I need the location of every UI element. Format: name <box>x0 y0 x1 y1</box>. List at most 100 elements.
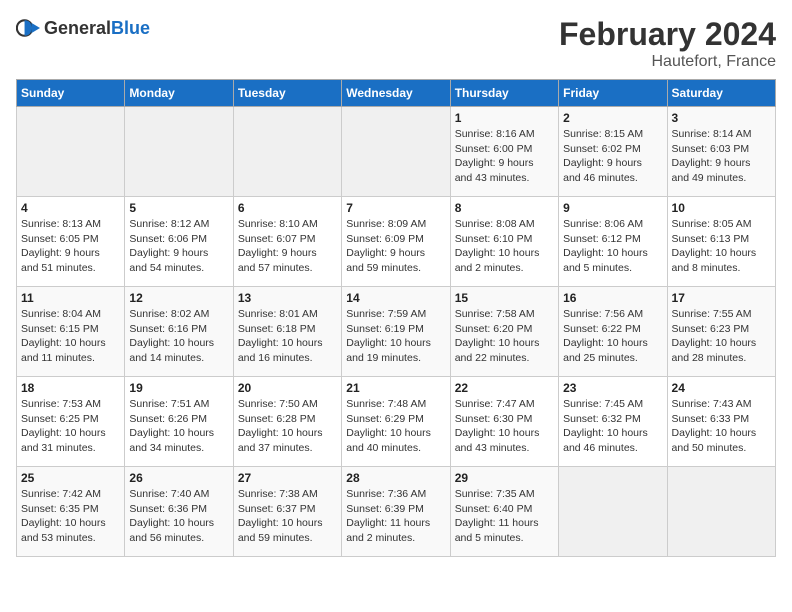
day-number: 28 <box>346 471 445 485</box>
day-number: 10 <box>672 201 771 215</box>
calendar-cell: 27 Sunrise: 7:38 AM Sunset: 6:37 PM Dayli… <box>233 467 341 557</box>
calendar-cell <box>342 107 450 197</box>
calendar-cell: 4 Sunrise: 8:13 AM Sunset: 6:05 PM Daylig… <box>17 197 125 287</box>
day-number: 23 <box>563 381 662 395</box>
calendar-cell: 29Sunrise: 7:35 AM Sunset: 6:40 PM Dayli… <box>450 467 558 557</box>
day-info: Sunrise: 8:05 AM Sunset: 6:13 PM Dayligh… <box>672 217 771 276</box>
calendar-weekday-header: Saturday <box>667 80 775 107</box>
day-number: 26 <box>129 471 228 485</box>
calendar-cell: 11 Sunrise: 8:04 AM Sunset: 6:15 PM Dayli… <box>17 287 125 377</box>
day-number: 5 <box>129 201 228 215</box>
calendar-cell: 9 Sunrise: 8:06 AM Sunset: 6:12 PM Daylig… <box>559 197 667 287</box>
calendar-week-row: 11 Sunrise: 8:04 AM Sunset: 6:15 PM Dayli… <box>17 287 776 377</box>
calendar-cell: 15Sunrise: 7:58 AM Sunset: 6:20 PM Dayli… <box>450 287 558 377</box>
calendar-cell: 13 Sunrise: 8:01 AM Sunset: 6:18 PM Dayli… <box>233 287 341 377</box>
day-info: Sunrise: 8:12 AM Sunset: 6:06 PM Dayligh… <box>129 217 228 276</box>
day-number: 15 <box>455 291 554 305</box>
calendar-cell: 8 Sunrise: 8:08 AM Sunset: 6:10 PM Daylig… <box>450 197 558 287</box>
day-number: 20 <box>238 381 337 395</box>
day-info: Sunrise: 8:13 AM Sunset: 6:05 PM Dayligh… <box>21 217 120 276</box>
day-number: 9 <box>563 201 662 215</box>
calendar-cell <box>667 467 775 557</box>
calendar-cell: 26 Sunrise: 7:40 AM Sunset: 6:36 PM Dayli… <box>125 467 233 557</box>
calendar-cell: 23Sunrise: 7:45 AM Sunset: 6:32 PM Dayli… <box>559 377 667 467</box>
title-block: February 2024 Hautefort, France <box>559 16 776 71</box>
day-info: Sunrise: 8:14 AM Sunset: 6:03 PM Dayligh… <box>672 127 771 186</box>
calendar-cell <box>233 107 341 197</box>
calendar-weekday-header: Thursday <box>450 80 558 107</box>
day-info: Sunrise: 7:40 AM Sunset: 6:36 PM Dayligh… <box>129 487 228 546</box>
calendar-header-row: SundayMondayTuesdayWednesdayThursdayFrid… <box>17 80 776 107</box>
calendar-cell: 28 Sunrise: 7:36 AM Sunset: 6:39 PM Dayli… <box>342 467 450 557</box>
day-info: Sunrise: 7:56 AM Sunset: 6:22 PM Dayligh… <box>563 307 662 366</box>
day-info: Sunrise: 7:53 AM Sunset: 6:25 PM Dayligh… <box>21 397 120 456</box>
day-number: 8 <box>455 201 554 215</box>
calendar-cell: 19Sunrise: 7:51 AM Sunset: 6:26 PM Dayli… <box>125 377 233 467</box>
day-info: Sunrise: 7:59 AM Sunset: 6:19 PM Dayligh… <box>346 307 445 366</box>
day-info: Sunrise: 7:48 AM Sunset: 6:29 PM Dayligh… <box>346 397 445 456</box>
day-number: 25 <box>21 471 120 485</box>
day-info: Sunrise: 8:01 AM Sunset: 6:18 PM Dayligh… <box>238 307 337 366</box>
day-info: Sunrise: 8:15 AM Sunset: 6:02 PM Dayligh… <box>563 127 662 186</box>
calendar-cell <box>559 467 667 557</box>
day-info: Sunrise: 8:02 AM Sunset: 6:16 PM Dayligh… <box>129 307 228 366</box>
calendar-week-row: 1 Sunrise: 8:16 AM Sunset: 6:00 PM Daylig… <box>17 107 776 197</box>
day-number: 27 <box>238 471 337 485</box>
day-number: 7 <box>346 201 445 215</box>
calendar-weekday-header: Tuesday <box>233 80 341 107</box>
calendar-cell: 20 Sunrise: 7:50 AM Sunset: 6:28 PM Dayli… <box>233 377 341 467</box>
calendar-title: February 2024 <box>559 16 776 53</box>
day-number: 4 <box>21 201 120 215</box>
calendar-cell <box>17 107 125 197</box>
calendar-cell: 22Sunrise: 7:47 AM Sunset: 6:30 PM Dayli… <box>450 377 558 467</box>
calendar-weekday-header: Monday <box>125 80 233 107</box>
day-number: 18 <box>21 381 120 395</box>
page-header: GeneralBlue February 2024 Hautefort, Fra… <box>16 16 776 71</box>
calendar-weekday-header: Wednesday <box>342 80 450 107</box>
day-info: Sunrise: 7:50 AM Sunset: 6:28 PM Dayligh… <box>238 397 337 456</box>
calendar-cell: 5 Sunrise: 8:12 AM Sunset: 6:06 PM Daylig… <box>125 197 233 287</box>
calendar-cell: 2Sunrise: 8:15 AM Sunset: 6:02 PM Daylig… <box>559 107 667 197</box>
day-number: 14 <box>346 291 445 305</box>
calendar-subtitle: Hautefort, France <box>559 53 776 71</box>
calendar-body: 1 Sunrise: 8:16 AM Sunset: 6:00 PM Daylig… <box>17 107 776 557</box>
calendar-cell: 25 Sunrise: 7:42 AM Sunset: 6:35 PM Dayli… <box>17 467 125 557</box>
day-info: Sunrise: 7:42 AM Sunset: 6:35 PM Dayligh… <box>21 487 120 546</box>
calendar-cell: 10 Sunrise: 8:05 AM Sunset: 6:13 PM Dayli… <box>667 197 775 287</box>
day-number: 21 <box>346 381 445 395</box>
calendar-table: SundayMondayTuesdayWednesdayThursdayFrid… <box>16 79 776 557</box>
day-info: Sunrise: 8:16 AM Sunset: 6:00 PM Dayligh… <box>455 127 554 186</box>
day-number: 3 <box>672 111 771 125</box>
day-number: 24 <box>672 381 771 395</box>
day-number: 19 <box>129 381 228 395</box>
logo-general-text: General <box>44 18 111 38</box>
day-number: 17 <box>672 291 771 305</box>
day-number: 11 <box>21 291 120 305</box>
calendar-weekday-header: Sunday <box>17 80 125 107</box>
calendar-week-row: 25 Sunrise: 7:42 AM Sunset: 6:35 PM Dayli… <box>17 467 776 557</box>
day-number: 16 <box>563 291 662 305</box>
calendar-cell: 21 Sunrise: 7:48 AM Sunset: 6:29 PM Dayli… <box>342 377 450 467</box>
calendar-cell <box>125 107 233 197</box>
day-number: 1 <box>455 111 554 125</box>
day-number: 12 <box>129 291 228 305</box>
day-info: Sunrise: 8:08 AM Sunset: 6:10 PM Dayligh… <box>455 217 554 276</box>
calendar-cell: 14 Sunrise: 7:59 AM Sunset: 6:19 PM Dayli… <box>342 287 450 377</box>
calendar-cell: 3 Sunrise: 8:14 AM Sunset: 6:03 PM Daylig… <box>667 107 775 197</box>
logo-icon <box>16 16 40 40</box>
calendar-cell: 17Sunrise: 7:55 AM Sunset: 6:23 PM Dayli… <box>667 287 775 377</box>
day-info: Sunrise: 7:35 AM Sunset: 6:40 PM Dayligh… <box>455 487 554 546</box>
calendar-cell: 7Sunrise: 8:09 AM Sunset: 6:09 PM Daylig… <box>342 197 450 287</box>
calendar-weekday-header: Friday <box>559 80 667 107</box>
calendar-cell: 16 Sunrise: 7:56 AM Sunset: 6:22 PM Dayli… <box>559 287 667 377</box>
day-info: Sunrise: 7:38 AM Sunset: 6:37 PM Dayligh… <box>238 487 337 546</box>
day-number: 6 <box>238 201 337 215</box>
day-info: Sunrise: 8:04 AM Sunset: 6:15 PM Dayligh… <box>21 307 120 366</box>
day-info: Sunrise: 7:43 AM Sunset: 6:33 PM Dayligh… <box>672 397 771 456</box>
day-number: 13 <box>238 291 337 305</box>
day-info: Sunrise: 8:06 AM Sunset: 6:12 PM Dayligh… <box>563 217 662 276</box>
day-info: Sunrise: 7:36 AM Sunset: 6:39 PM Dayligh… <box>346 487 445 546</box>
calendar-cell: 18 Sunrise: 7:53 AM Sunset: 6:25 PM Dayli… <box>17 377 125 467</box>
day-number: 22 <box>455 381 554 395</box>
calendar-cell: 24 Sunrise: 7:43 AM Sunset: 6:33 PM Dayli… <box>667 377 775 467</box>
